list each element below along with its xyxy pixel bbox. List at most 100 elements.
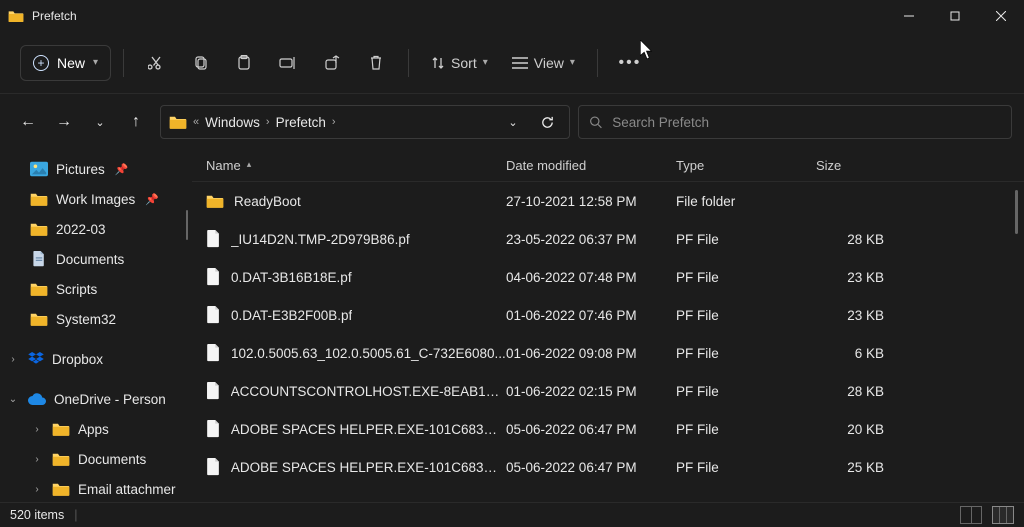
file-row[interactable]: 102.0.5005.63_102.0.5005.61_C-732E6080..… [192,334,1024,372]
folder-icon [30,281,48,297]
file-row[interactable]: 0.DAT-E3B2F00B.pf 01-06-2022 07:46 PM PF… [192,296,1024,334]
plus-icon: + [33,55,49,71]
rename-button[interactable] [268,45,308,81]
chevron-down-icon: ▾ [570,57,575,68]
chevron-left-icon: « [193,116,199,128]
recent-button[interactable]: ⌄ [84,106,116,138]
paste-icon [236,55,252,71]
ellipsis-icon: ••• [618,54,641,72]
delete-button[interactable] [356,45,396,81]
file-type: PF File [676,422,816,437]
file-icon [206,268,221,286]
sidebar-item[interactable]: Documents [0,244,192,274]
cut-button[interactable] [136,45,176,81]
address-dropdown-button[interactable]: ⌄ [499,108,527,136]
paste-button[interactable] [224,45,264,81]
sidebar-item-dropbox[interactable]: › Dropbox [0,344,192,374]
column-name[interactable]: Name [206,158,506,173]
search-input[interactable] [612,115,1001,130]
list-icon [512,57,528,69]
folder-icon [52,481,70,497]
breadcrumb-prefetch[interactable]: Prefetch [276,115,326,130]
close-button[interactable] [978,0,1024,32]
chevron-right-icon: › [30,424,44,435]
file-row[interactable]: ACCOUNTSCONTROLHOST.EXE-8EAB1F0... 01-06… [192,372,1024,410]
thumbnails-view-button[interactable] [960,506,982,524]
item-count: 520 items [10,508,64,522]
chevron-right-icon: › [30,454,44,465]
sidebar-item-label: Documents [78,452,146,467]
column-size[interactable]: Size [816,158,904,173]
file-type: PF File [676,308,816,323]
address-bar[interactable]: « Windows › Prefetch › ⌄ [160,105,570,139]
search-icon [589,115,602,129]
sidebar-item[interactable]: › Email attachmer [0,474,192,502]
forward-button[interactable]: → [48,106,80,138]
file-name: 102.0.5005.63_102.0.5005.61_C-732E6080..… [231,346,506,361]
sidebar-item-label: System32 [56,312,116,327]
file-name: 0.DAT-3B16B18E.pf [231,270,352,285]
file-size: 28 KB [816,384,904,399]
refresh-button[interactable] [533,108,561,136]
folder-icon [30,191,48,207]
file-icon [206,420,221,438]
sidebar-item[interactable]: › Documents [0,444,192,474]
file-row[interactable]: ReadyBoot 27-10-2021 12:58 PM File folde… [192,182,1024,220]
column-headers: Name Date modified Type Size [192,150,1024,182]
sidebar-item-label: 2022-03 [56,222,106,237]
breadcrumb-windows[interactable]: Windows [205,115,260,130]
details-view-button[interactable] [992,506,1014,524]
file-name: ReadyBoot [234,194,301,209]
sidebar-item-label: Email attachmer [78,482,176,497]
share-button[interactable] [312,45,352,81]
sidebar-item[interactable]: Work Images📌 [0,184,192,214]
file-size: 23 KB [816,308,904,323]
sidebar-item[interactable]: Pictures📌 [0,154,192,184]
file-icon [206,344,221,362]
file-row[interactable]: _IU14D2N.TMP-2D979B86.pf 23-05-2022 06:3… [192,220,1024,258]
new-button[interactable]: + New ▾ [20,45,111,81]
sort-button[interactable]: Sort ▾ [421,45,498,81]
file-name: ACCOUNTSCONTROLHOST.EXE-8EAB1F0... [231,384,506,399]
copy-icon [192,55,208,71]
chevron-right-icon: › [30,484,44,495]
chevron-right-icon: › [266,116,270,128]
file-name: _IU14D2N.TMP-2D979B86.pf [231,232,410,247]
up-button[interactable]: ↑ [120,106,152,138]
file-size: 20 KB [816,422,904,437]
sidebar-item[interactable]: Scripts [0,274,192,304]
file-date: 01-06-2022 02:15 PM [506,384,676,399]
search-box[interactable] [578,105,1012,139]
maximize-button[interactable] [932,0,978,32]
main-scrollbar[interactable] [1015,190,1018,234]
chevron-right-icon: › [6,354,20,365]
file-date: 05-06-2022 06:47 PM [506,460,676,475]
file-row[interactable]: ADOBE SPACES HELPER.EXE-101C683A.pf 05-0… [192,410,1024,448]
column-date[interactable]: Date modified [506,158,676,173]
sidebar-item[interactable]: ›Apps [0,414,192,444]
more-button[interactable]: ••• [610,45,650,81]
back-button[interactable]: ← [12,106,44,138]
separator [597,49,598,77]
sidebar-item[interactable]: 2022-03 [0,214,192,244]
sidebar: Pictures📌Work Images📌2022-03DocumentsScr… [0,150,192,502]
file-icon [206,458,221,476]
file-icon [206,382,221,400]
file-row[interactable]: ADOBE SPACES HELPER.EXE-101C683B.pf 05-0… [192,448,1024,486]
sidebar-item-onedrive[interactable]: ⌄ OneDrive - Person [0,384,192,414]
copy-button[interactable] [180,45,220,81]
file-date: 27-10-2021 12:58 PM [506,194,676,209]
file-name: ADOBE SPACES HELPER.EXE-101C683A.pf [231,422,506,437]
file-row[interactable]: 0.DAT-3B16B18E.pf 04-06-2022 07:48 PM PF… [192,258,1024,296]
folder-icon [30,221,48,237]
file-type: PF File [676,346,816,361]
view-button[interactable]: View ▾ [502,45,585,81]
sidebar-item[interactable]: System32 [0,304,192,334]
sidebar-scrollbar[interactable] [186,210,188,240]
column-type[interactable]: Type [676,158,816,173]
minimize-button[interactable] [886,0,932,32]
chevron-down-icon: ▾ [93,57,98,68]
file-size: 25 KB [816,460,904,475]
scissors-icon [148,55,164,71]
file-name: 0.DAT-E3B2F00B.pf [231,308,352,323]
